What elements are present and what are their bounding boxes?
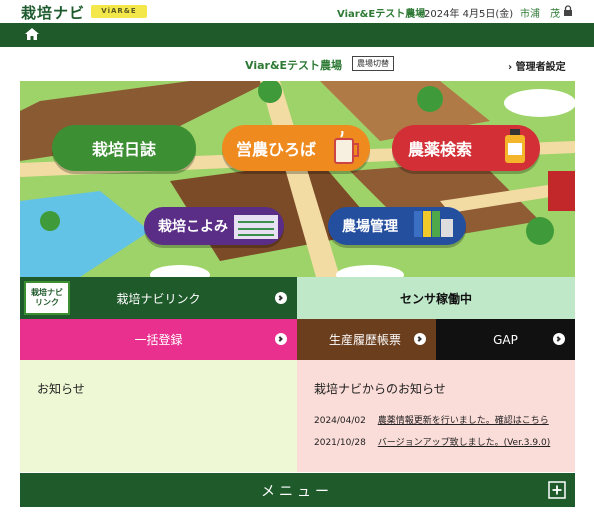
farm-landscape-image <box>20 81 575 277</box>
app-notice-panel: 栽培ナビからのお知らせ 2024/04/02 農薬情報更新を行いました。確認はこ… <box>297 360 575 472</box>
hero-illustration: 栽培日誌 営農ひろば 農薬検索 栽培こよみ 農場管理 <box>20 81 575 277</box>
cultivation-diary-button[interactable]: 栽培日誌 <box>52 125 196 171</box>
pesticide-search-label: 農薬検索 <box>408 140 473 159</box>
production-history-arrow-icon <box>414 333 426 345</box>
gap-tile[interactable]: GAP <box>436 319 575 360</box>
navi-link-label: 栽培ナビリンク <box>116 291 201 306</box>
admin-settings-label: 管理者設定 <box>515 62 566 73</box>
expand-plus-icon[interactable] <box>548 481 566 499</box>
bulk-registration-tile[interactable]: 一括登録 <box>20 319 297 360</box>
nav-bar <box>0 23 594 47</box>
production-history-tile[interactable]: 生産履歴帳票 <box>297 319 436 360</box>
mug-icon <box>334 131 359 164</box>
current-date: 2024年 4月5日(金) <box>424 9 514 20</box>
news-date: 2021/10/28 <box>314 438 366 448</box>
current-farm: Viar&Eテスト農場 <box>337 9 426 20</box>
app-notice-title: 栽培ナビからのお知らせ <box>314 382 446 396</box>
bottle-icon <box>505 129 525 163</box>
news-item: 2021/10/28 バージョンアップ致しました。(Ver.3.9.0) <box>314 435 550 448</box>
cultivation-diary-label: 栽培日誌 <box>91 140 156 159</box>
bulk-registration-arrow-icon <box>275 333 287 345</box>
top-bar: 栽培ナビ ViAR&E Viar&Eテスト農場 2024年 4月5日(金) 市浦… <box>0 0 594 22</box>
production-history-label: 生産履歴帳票 <box>329 333 402 347</box>
navi-link-arrow-icon <box>275 292 287 304</box>
binders-icon <box>414 211 453 237</box>
gap-label: GAP <box>493 332 518 347</box>
app-logo[interactable]: 栽培ナビ <box>21 2 85 23</box>
lock-icon[interactable] <box>563 5 573 16</box>
bulk-registration-label: 一括登録 <box>134 333 183 347</box>
notice-panel: お知らせ <box>20 360 297 472</box>
tile-row-1: 栽培ナビ リンク 栽培ナビリンク センサ稼働中 <box>20 277 575 319</box>
news-date: 2024/04/02 <box>314 416 366 426</box>
user-name[interactable]: 市浦 茂 <box>520 5 560 20</box>
navi-link-tile[interactable]: 栽培ナビ リンク 栽培ナビリンク <box>20 277 297 319</box>
menu-label: メニュー <box>261 484 333 500</box>
gap-arrow-icon <box>553 333 565 345</box>
sensor-status-label: センサ稼働中 <box>399 291 472 306</box>
notice-title: お知らせ <box>37 382 85 396</box>
home-icon[interactable] <box>24 27 40 41</box>
calendar-chart-icon <box>234 215 278 239</box>
brand-badge: ViAR&E <box>91 5 147 18</box>
news-item: 2024/04/02 農薬情報更新を行いました。確認はこちら <box>314 413 549 426</box>
farming-plaza-label: 営農ひろば <box>236 140 317 159</box>
navi-link-logo-text: 栽培ナビ リンク <box>31 288 63 307</box>
cultivation-calendar-label: 栽培こよみ <box>158 219 228 235</box>
sensor-status-tile[interactable]: センサ稼働中 <box>297 277 575 319</box>
menu-bar[interactable]: メニュー <box>20 473 575 507</box>
farm-name: Viar&Eテスト農場 <box>245 59 343 72</box>
news-link[interactable]: 農薬情報更新を行いました。確認はこちら <box>378 416 549 426</box>
tile-row-2: 一括登録 生産履歴帳票 GAP <box>20 319 575 360</box>
farm-management-label: 農場管理 <box>342 219 398 235</box>
farm-switch-button[interactable]: 農場切替 <box>352 56 394 71</box>
admin-settings-link[interactable]: › 管理者設定 <box>508 58 566 73</box>
news-link[interactable]: バージョンアップ致しました。(Ver.3.9.0) <box>378 438 550 448</box>
navi-link-logo: 栽培ナビ リンク <box>24 281 70 315</box>
